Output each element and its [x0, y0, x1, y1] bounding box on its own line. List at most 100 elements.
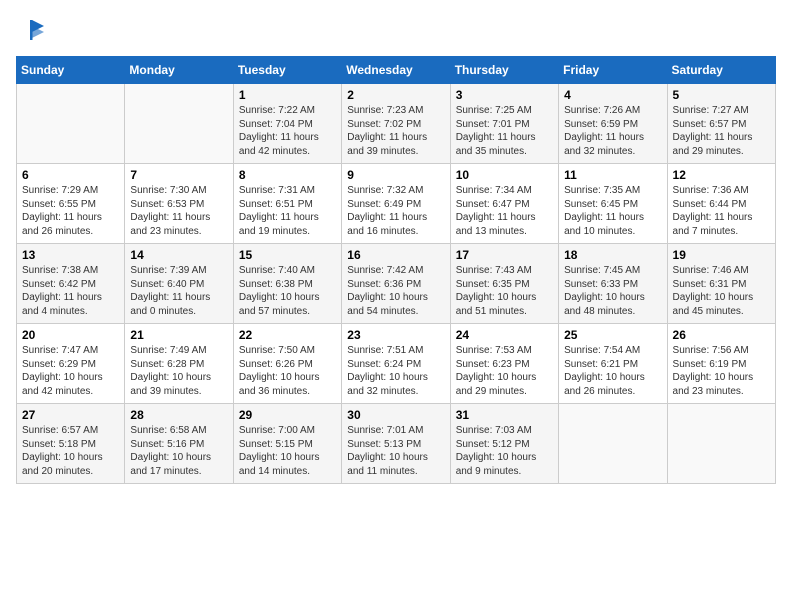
day-number: 9 — [347, 168, 444, 182]
day-content: Sunrise: 7:01 AM Sunset: 5:13 PM Dayligh… — [347, 424, 444, 478]
calendar-cell: 1Sunrise: 7:22 AM Sunset: 7:04 PM Daylig… — [233, 84, 341, 164]
day-content: Sunrise: 7:32 AM Sunset: 6:49 PM Dayligh… — [347, 184, 444, 238]
col-header-sunday: Sunday — [17, 57, 125, 84]
day-number: 10 — [456, 168, 553, 182]
day-content: Sunrise: 6:57 AM Sunset: 5:18 PM Dayligh… — [22, 424, 119, 478]
calendar-cell: 18 Sunrise: 7:45 AM Sunset: 6:33 PM Dayli… — [559, 244, 667, 324]
col-header-thursday: Thursday — [450, 57, 558, 84]
calendar-week-row: 6 Sunrise: 7:29 AM Sunset: 6:55 PM Daylig… — [17, 164, 776, 244]
day-number: 7 — [130, 168, 227, 182]
day-content: Sunrise: 7:42 AM Sunset: 6:36 PM Dayligh… — [347, 264, 444, 318]
calendar-cell — [125, 84, 233, 164]
day-number: 15 — [239, 248, 336, 262]
calendar-week-row: 20 Sunrise: 7:47 AM Sunset: 6:29 PM Dayli… — [17, 324, 776, 404]
day-number: 11 — [564, 168, 661, 182]
day-content: Sunrise: 7:00 AM Sunset: 5:15 PM Dayligh… — [239, 424, 336, 478]
calendar-cell — [17, 84, 125, 164]
day-number: 16 — [347, 248, 444, 262]
calendar-cell: 22 Sunrise: 7:50 AM Sunset: 6:26 PM Dayli… — [233, 324, 341, 404]
calendar-week-row: 1Sunrise: 7:22 AM Sunset: 7:04 PM Daylig… — [17, 84, 776, 164]
day-content: Sunrise: 7:25 AM Sunset: 7:01 PM Dayligh… — [456, 104, 553, 158]
calendar-cell — [559, 404, 667, 484]
day-number: 22 — [239, 328, 336, 342]
calendar-cell: 5 Sunrise: 7:27 AM Sunset: 6:57 PM Daylig… — [667, 84, 775, 164]
day-content: Sunrise: 7:50 AM Sunset: 6:26 PM Dayligh… — [239, 344, 336, 398]
day-number: 13 — [22, 248, 119, 262]
day-content: Sunrise: 7:51 AM Sunset: 6:24 PM Dayligh… — [347, 344, 444, 398]
col-header-monday: Monday — [125, 57, 233, 84]
calendar-cell: 24 Sunrise: 7:53 AM Sunset: 6:23 PM Dayli… — [450, 324, 558, 404]
day-number: 24 — [456, 328, 553, 342]
day-content: Sunrise: 7:23 AM Sunset: 7:02 PM Dayligh… — [347, 104, 444, 158]
day-number: 30 — [347, 408, 444, 422]
day-content: Sunrise: 7:54 AM Sunset: 6:21 PM Dayligh… — [564, 344, 661, 398]
calendar-cell: 7 Sunrise: 7:30 AM Sunset: 6:53 PM Daylig… — [125, 164, 233, 244]
day-content: Sunrise: 7:40 AM Sunset: 6:38 PM Dayligh… — [239, 264, 336, 318]
calendar-cell — [667, 404, 775, 484]
calendar-cell: 16 Sunrise: 7:42 AM Sunset: 6:36 PM Dayli… — [342, 244, 450, 324]
day-number: 28 — [130, 408, 227, 422]
calendar-cell: 26 Sunrise: 7:56 AM Sunset: 6:19 PM Dayli… — [667, 324, 775, 404]
day-number: 12 — [673, 168, 770, 182]
day-content: Sunrise: 7:36 AM Sunset: 6:44 PM Dayligh… — [673, 184, 770, 238]
day-content: Sunrise: 7:34 AM Sunset: 6:47 PM Dayligh… — [456, 184, 553, 238]
calendar-cell: 27 Sunrise: 6:57 AM Sunset: 5:18 PM Dayli… — [17, 404, 125, 484]
day-content: Sunrise: 7:53 AM Sunset: 6:23 PM Dayligh… — [456, 344, 553, 398]
day-number: 14 — [130, 248, 227, 262]
calendar-cell: 12 Sunrise: 7:36 AM Sunset: 6:44 PM Dayli… — [667, 164, 775, 244]
calendar-cell: 30 Sunrise: 7:01 AM Sunset: 5:13 PM Dayli… — [342, 404, 450, 484]
day-number: 1 — [239, 88, 336, 102]
calendar-cell: 3 Sunrise: 7:25 AM Sunset: 7:01 PM Daylig… — [450, 84, 558, 164]
day-number: 3 — [456, 88, 553, 102]
day-number: 6 — [22, 168, 119, 182]
calendar-cell: 20 Sunrise: 7:47 AM Sunset: 6:29 PM Dayli… — [17, 324, 125, 404]
day-number: 27 — [22, 408, 119, 422]
day-content: Sunrise: 7:26 AM Sunset: 6:59 PM Dayligh… — [564, 104, 661, 158]
calendar-cell: 31 Sunrise: 7:03 AM Sunset: 5:12 PM Dayli… — [450, 404, 558, 484]
calendar-cell: 11Sunrise: 7:35 AM Sunset: 6:45 PM Dayli… — [559, 164, 667, 244]
day-number: 8 — [239, 168, 336, 182]
day-number: 25 — [564, 328, 661, 342]
day-content: Sunrise: 7:27 AM Sunset: 6:57 PM Dayligh… — [673, 104, 770, 158]
page-header — [16, 16, 776, 44]
day-content: Sunrise: 7:39 AM Sunset: 6:40 PM Dayligh… — [130, 264, 227, 318]
calendar-cell: 9 Sunrise: 7:32 AM Sunset: 6:49 PM Daylig… — [342, 164, 450, 244]
day-content: Sunrise: 6:58 AM Sunset: 5:16 PM Dayligh… — [130, 424, 227, 478]
calendar-cell: 10 Sunrise: 7:34 AM Sunset: 6:47 PM Dayli… — [450, 164, 558, 244]
calendar-cell: 21 Sunrise: 7:49 AM Sunset: 6:28 PM Dayli… — [125, 324, 233, 404]
day-number: 20 — [22, 328, 119, 342]
day-content: Sunrise: 7:38 AM Sunset: 6:42 PM Dayligh… — [22, 264, 119, 318]
calendar-cell: 23Sunrise: 7:51 AM Sunset: 6:24 PM Dayli… — [342, 324, 450, 404]
calendar-week-row: 13 Sunrise: 7:38 AM Sunset: 6:42 PM Dayli… — [17, 244, 776, 324]
calendar-cell: 6 Sunrise: 7:29 AM Sunset: 6:55 PM Daylig… — [17, 164, 125, 244]
calendar-cell: 25 Sunrise: 7:54 AM Sunset: 6:21 PM Dayli… — [559, 324, 667, 404]
day-number: 21 — [130, 328, 227, 342]
col-header-wednesday: Wednesday — [342, 57, 450, 84]
col-header-saturday: Saturday — [667, 57, 775, 84]
day-content: Sunrise: 7:03 AM Sunset: 5:12 PM Dayligh… — [456, 424, 553, 478]
calendar-cell: 15 Sunrise: 7:40 AM Sunset: 6:38 PM Dayli… — [233, 244, 341, 324]
day-number: 26 — [673, 328, 770, 342]
day-number: 17 — [456, 248, 553, 262]
day-content: Sunrise: 7:30 AM Sunset: 6:53 PM Dayligh… — [130, 184, 227, 238]
day-content: Sunrise: 7:43 AM Sunset: 6:35 PM Dayligh… — [456, 264, 553, 318]
calendar-cell: 2Sunrise: 7:23 AM Sunset: 7:02 PM Daylig… — [342, 84, 450, 164]
calendar-cell: 19 Sunrise: 7:46 AM Sunset: 6:31 PM Dayli… — [667, 244, 775, 324]
calendar-cell: 13 Sunrise: 7:38 AM Sunset: 6:42 PM Dayli… — [17, 244, 125, 324]
day-content: Sunrise: 7:56 AM Sunset: 6:19 PM Dayligh… — [673, 344, 770, 398]
logo — [16, 16, 46, 44]
day-content: Sunrise: 7:49 AM Sunset: 6:28 PM Dayligh… — [130, 344, 227, 398]
day-number: 18 — [564, 248, 661, 262]
day-content: Sunrise: 7:46 AM Sunset: 6:31 PM Dayligh… — [673, 264, 770, 318]
day-content: Sunrise: 7:31 AM Sunset: 6:51 PM Dayligh… — [239, 184, 336, 238]
day-number: 5 — [673, 88, 770, 102]
day-content: Sunrise: 7:29 AM Sunset: 6:55 PM Dayligh… — [22, 184, 119, 238]
day-number: 29 — [239, 408, 336, 422]
day-content: Sunrise: 7:47 AM Sunset: 6:29 PM Dayligh… — [22, 344, 119, 398]
day-number: 31 — [456, 408, 553, 422]
day-content: Sunrise: 7:45 AM Sunset: 6:33 PM Dayligh… — [564, 264, 661, 318]
logo-icon — [18, 16, 46, 44]
calendar-table: SundayMondayTuesdayWednesdayThursdayFrid… — [16, 56, 776, 484]
calendar-week-row: 27 Sunrise: 6:57 AM Sunset: 5:18 PM Dayli… — [17, 404, 776, 484]
day-number: 19 — [673, 248, 770, 262]
